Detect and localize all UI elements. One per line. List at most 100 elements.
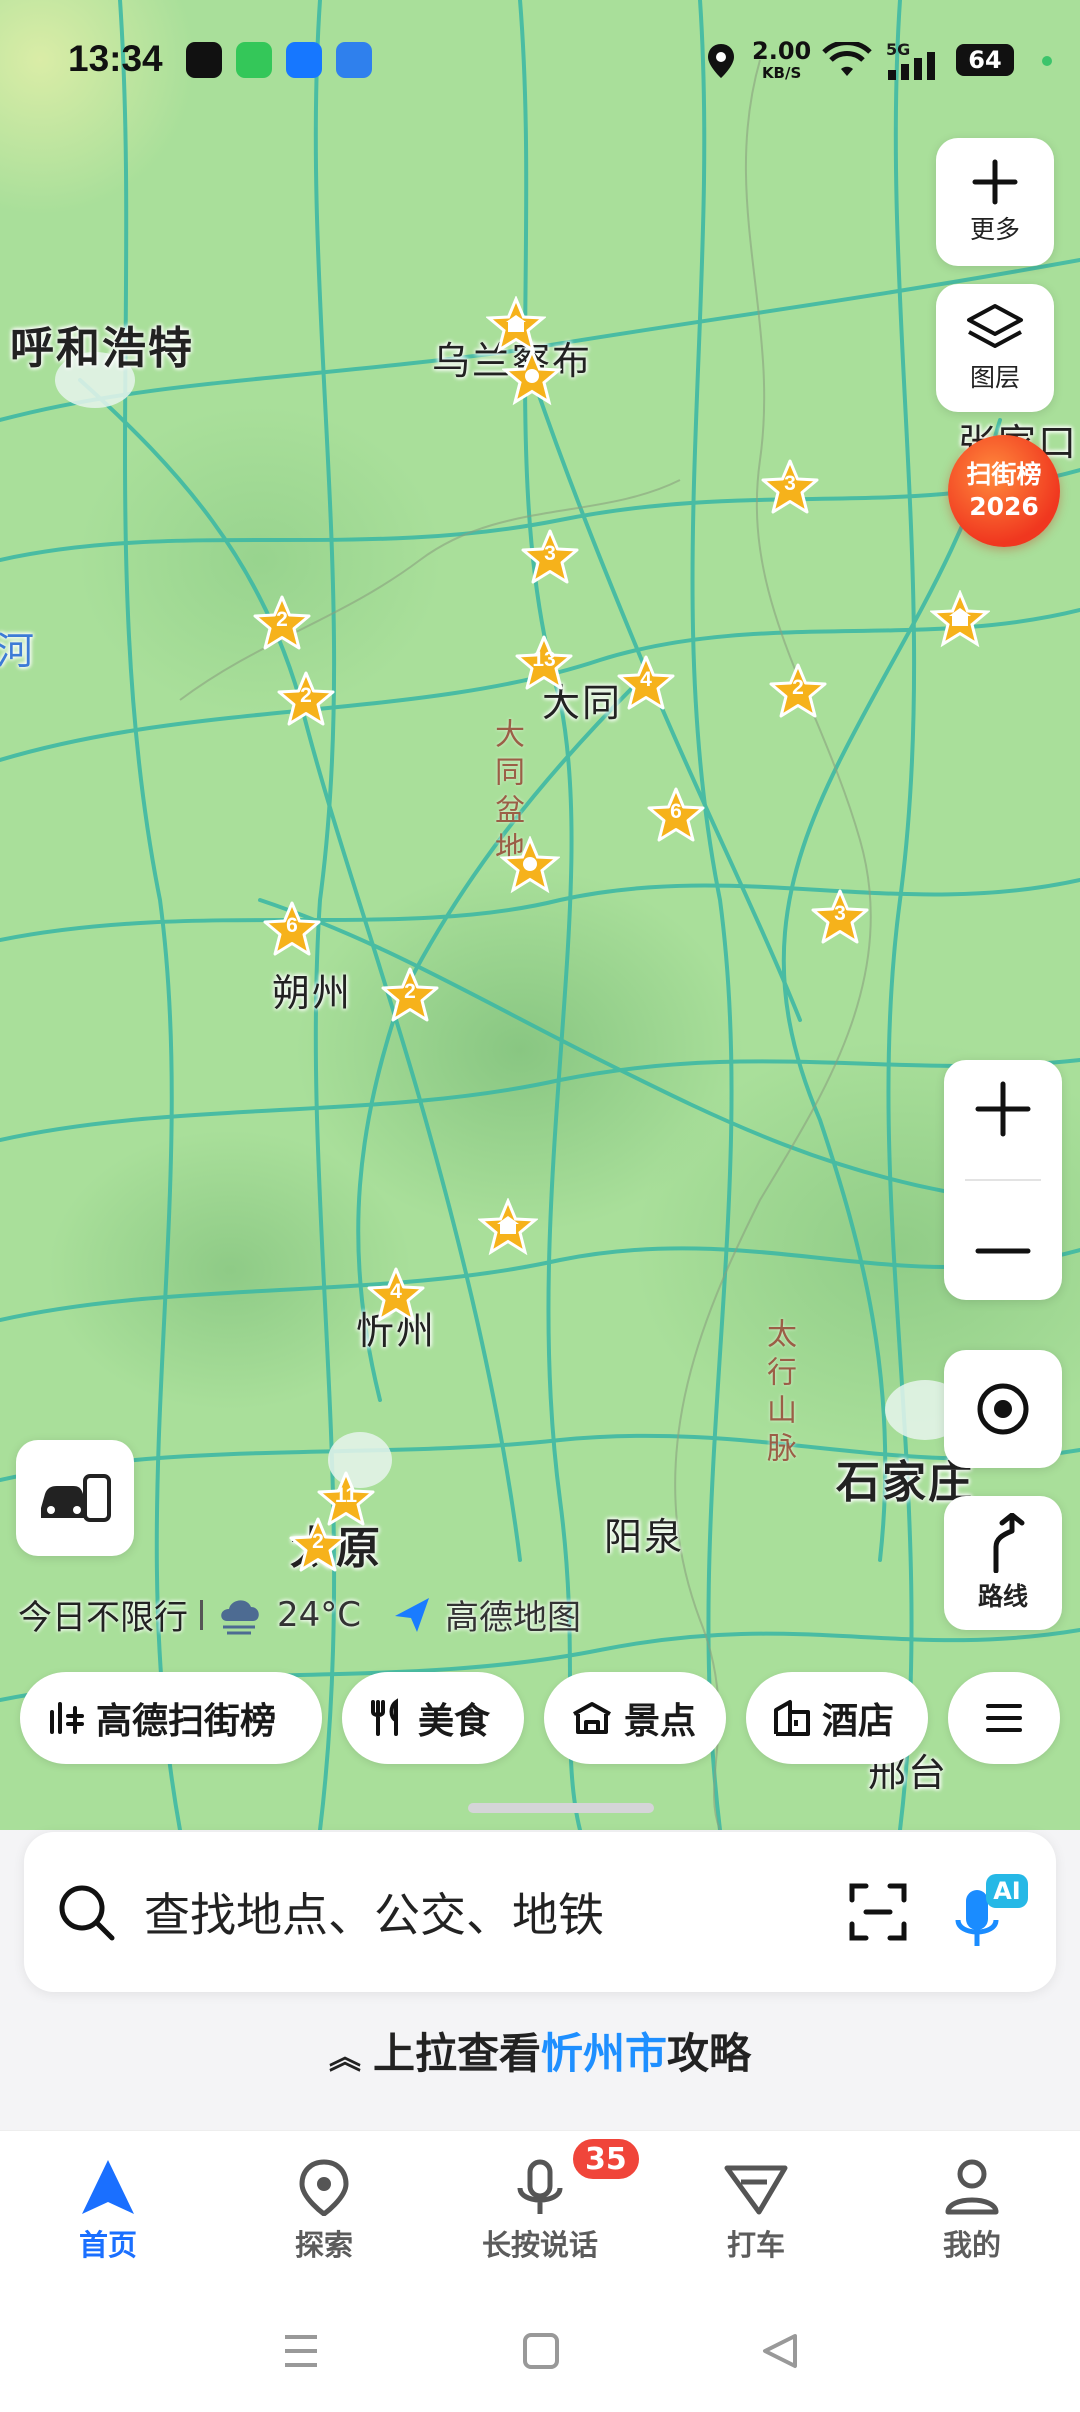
poi-star-marker[interactable]: 2 bbox=[380, 966, 440, 1026]
route-button[interactable]: 路线 bbox=[944, 1496, 1062, 1630]
poi-count: 4 bbox=[390, 1280, 402, 1303]
blue-app-icon bbox=[336, 42, 372, 78]
chip-rank-list[interactable]: 高德扫街榜 bbox=[20, 1672, 322, 1764]
poi-count: 4 bbox=[640, 668, 652, 691]
nav-home[interactable]: 首页 bbox=[0, 2131, 216, 2290]
poi-star-marker[interactable]: 6 bbox=[646, 786, 706, 846]
category-chips: 高德扫街榜 美食 景点 酒店 bbox=[20, 1672, 1060, 1764]
poi-star-marker[interactable]: 13 bbox=[514, 634, 574, 694]
car-service-button[interactable] bbox=[16, 1440, 134, 1556]
rank-badge-year: 2026 bbox=[969, 492, 1039, 521]
microphone-icon bbox=[517, 2159, 563, 2214]
status-bar: 13:34 2.00 KB/S 5G 64 bbox=[0, 0, 1080, 120]
notification-badge: 35 bbox=[570, 2136, 642, 2182]
city-label-yangquan[interactable]: 阳泉 bbox=[604, 1506, 684, 1561]
poi-star-marker[interactable]: 6 bbox=[262, 900, 322, 960]
ai-badge: AI bbox=[986, 1874, 1028, 1908]
plus-icon bbox=[972, 159, 1018, 205]
poi-temple-marker[interactable] bbox=[478, 1198, 538, 1258]
zoom-out-icon[interactable] bbox=[974, 1222, 1032, 1280]
poi-count: 13 bbox=[532, 648, 556, 671]
chip-hotel[interactable]: 酒店 bbox=[746, 1672, 928, 1764]
hotel-icon bbox=[774, 1700, 810, 1736]
poi-star-marker[interactable]: 2 bbox=[288, 1516, 348, 1576]
poi-museum-marker[interactable] bbox=[486, 296, 546, 356]
search-bar[interactable]: 查找地点、公交、地铁 AI bbox=[24, 1832, 1056, 1992]
poi-count: 2 bbox=[312, 1530, 324, 1553]
poi-count: 3 bbox=[544, 542, 556, 565]
poi-star-marker[interactable]: 4 bbox=[616, 654, 676, 714]
zoom-in-icon[interactable] bbox=[974, 1080, 1032, 1138]
menu-icon bbox=[986, 1704, 1022, 1732]
nav-profile[interactable]: 我的 bbox=[864, 2131, 1080, 2290]
recents-icon[interactable] bbox=[281, 2333, 321, 2369]
privacy-dot bbox=[1042, 56, 1052, 66]
nav-label: 我的 bbox=[942, 2227, 1001, 2262]
fork-knife-icon bbox=[371, 1698, 398, 1736]
traffic-restriction[interactable]: 今日不限行 bbox=[18, 1590, 188, 1639]
poi-count: 3 bbox=[834, 902, 846, 925]
more-label: 更多 bbox=[969, 215, 1020, 244]
chip-label: 酒店 bbox=[822, 1701, 895, 1742]
poi-star-marker[interactable]: 3 bbox=[760, 458, 820, 518]
poi-scenic-marker[interactable] bbox=[502, 348, 562, 408]
car-phone-icon bbox=[41, 1474, 111, 1522]
nav-explore[interactable]: 探索 bbox=[216, 2131, 432, 2290]
search-input[interactable]: 查找地点、公交、地铁 bbox=[144, 1879, 848, 1945]
location-icon bbox=[708, 44, 734, 78]
rank-list-badge[interactable]: 扫街榜 2026 bbox=[948, 435, 1060, 547]
rank-badge-title: 扫街榜 bbox=[966, 460, 1042, 489]
home-icon[interactable] bbox=[522, 2332, 560, 2370]
more-button[interactable]: 更多 bbox=[936, 138, 1054, 266]
temperature: 24°C bbox=[277, 1594, 362, 1635]
nav-taxi[interactable]: 打车 bbox=[648, 2131, 864, 2290]
chip-label: 景点 bbox=[624, 1701, 697, 1742]
layers-label: 图层 bbox=[969, 363, 1020, 392]
chip-label: 美食 bbox=[418, 1701, 491, 1742]
poi-star-marker[interactable]: 2 bbox=[276, 670, 336, 730]
nav-label: 长按说话 bbox=[481, 2227, 598, 2262]
search-icon bbox=[59, 1885, 115, 1941]
ai-voice-button[interactable]: AI bbox=[952, 1872, 1028, 1952]
signal-icon bbox=[888, 52, 935, 80]
chip-scenic[interactable]: 景点 bbox=[544, 1672, 726, 1764]
pull-up-hint[interactable]: ︽ 上拉查看忻州市攻略 bbox=[0, 2020, 1080, 2081]
info-row: 今日不限行 24°C 高德地图 bbox=[18, 1590, 581, 1639]
green-app-icon bbox=[236, 42, 272, 78]
back-icon[interactable] bbox=[761, 2332, 799, 2370]
city-label-huhehaote[interactable]: 呼和浩特 bbox=[10, 312, 194, 376]
route-label: 路线 bbox=[977, 1582, 1028, 1611]
poi-scenic-marker[interactable] bbox=[500, 836, 560, 896]
poi-star-marker[interactable]: 3 bbox=[520, 528, 580, 588]
layers-button[interactable]: 图层 bbox=[936, 284, 1054, 412]
road-network bbox=[0, 0, 1080, 1830]
drag-handle[interactable] bbox=[468, 1803, 654, 1813]
screen: { "status_bar": { "time": "13:34", "spee… bbox=[0, 0, 1080, 2412]
nav-label: 打车 bbox=[726, 2227, 785, 2262]
pullup-suffix: 攻略 bbox=[667, 2029, 752, 2078]
chip-more-menu[interactable] bbox=[948, 1672, 1060, 1764]
poi-star-marker[interactable]: 2 bbox=[252, 594, 312, 654]
map-view[interactable]: 呼和浩特 乌兰察布 张家口 大同 朔州 忻州 太原 阳泉 石家庄 邢台 河 大同… bbox=[0, 0, 1080, 1830]
alipay-app-icon bbox=[286, 42, 322, 78]
chip-food[interactable]: 美食 bbox=[342, 1672, 524, 1764]
city-label-shuozhou[interactable]: 朔州 bbox=[272, 962, 352, 1017]
poi-count: 6 bbox=[286, 914, 298, 937]
locate-me-button[interactable] bbox=[944, 1350, 1062, 1468]
locate-icon bbox=[977, 1383, 1029, 1435]
poi-star-marker[interactable]: 4 bbox=[366, 1266, 426, 1326]
poi-temple-marker[interactable] bbox=[930, 590, 990, 650]
chip-label: 高德扫街榜 bbox=[96, 1701, 277, 1742]
river-label: 河 bbox=[0, 629, 37, 673]
poi-count: 11 bbox=[334, 1484, 358, 1507]
scan-icon[interactable] bbox=[848, 1882, 908, 1942]
brand-label: 高德地图 bbox=[445, 1598, 582, 1638]
poi-count: 3 bbox=[784, 472, 796, 495]
pullup-city[interactable]: 忻州市 bbox=[541, 2029, 667, 2078]
tiktok-app-icon bbox=[186, 42, 222, 78]
battery-indicator: 64 bbox=[956, 44, 1014, 76]
poi-star-marker[interactable]: 3 bbox=[810, 888, 870, 948]
poi-count: 2 bbox=[404, 980, 416, 1003]
poi-star-marker[interactable]: 2 bbox=[768, 662, 828, 722]
divider bbox=[200, 1599, 203, 1630]
